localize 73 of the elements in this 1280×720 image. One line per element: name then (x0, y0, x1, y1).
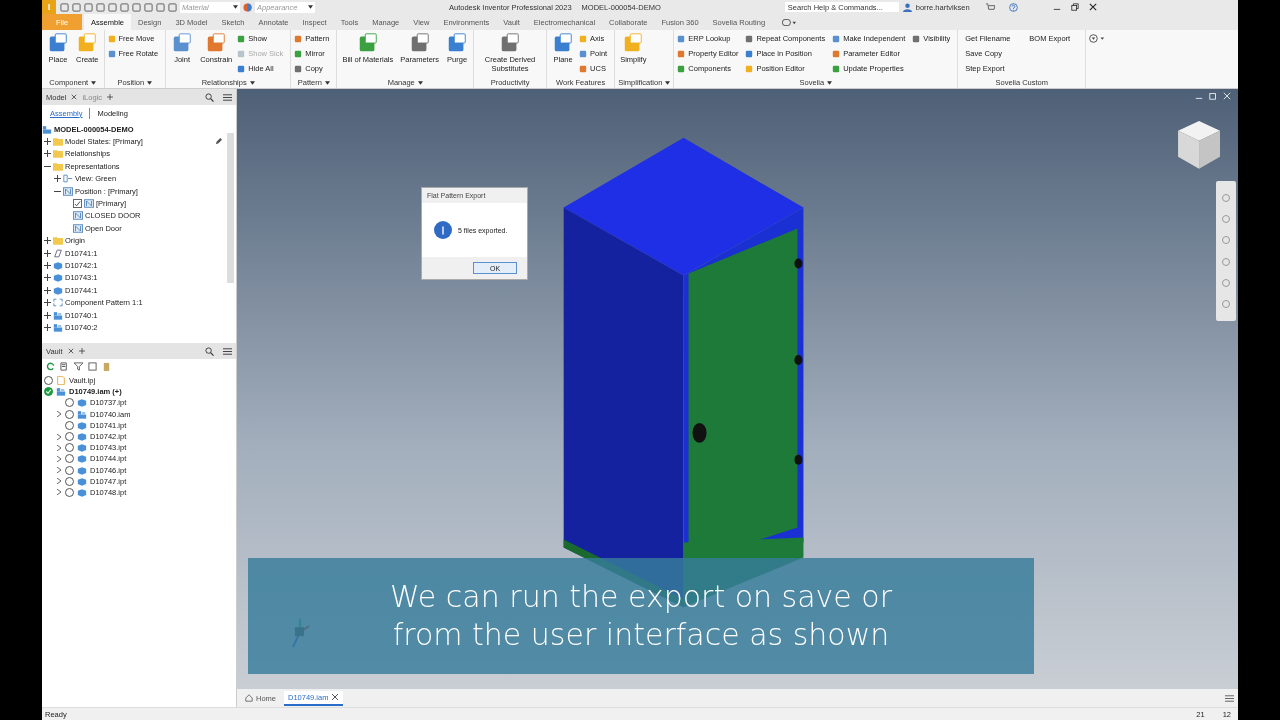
expand-icon[interactable] (56, 444, 62, 451)
close-icon[interactable] (71, 94, 78, 100)
part-icon (77, 398, 87, 408)
caption-text: We can run the export on save or from the user interface as shown (388, 578, 894, 654)
view-icon (63, 174, 73, 184)
expand-icon[interactable] (44, 311, 51, 319)
add-icon[interactable] (78, 348, 85, 354)
expand-icon[interactable] (56, 467, 62, 474)
expand-icon[interactable] (44, 138, 51, 146)
ribbon-options-icon[interactable] (782, 18, 797, 26)
file-icon (56, 376, 66, 386)
expand-icon[interactable] (44, 237, 51, 245)
menu-icon[interactable] (223, 92, 232, 102)
position-icon (84, 199, 94, 209)
position-icon (73, 211, 83, 221)
position-icon (63, 186, 73, 196)
close-icon[interactable] (67, 348, 74, 354)
appearance-icon[interactable] (243, 2, 252, 12)
menu-icon[interactable] (1225, 693, 1234, 703)
caret-icon[interactable] (91, 80, 97, 85)
position-icon (73, 223, 83, 233)
search-icon[interactable] (205, 92, 214, 102)
help-icon[interactable] (1008, 2, 1018, 12)
dropdown-icon[interactable] (1089, 34, 1106, 43)
expand-icon[interactable] (44, 286, 51, 294)
expand-icon[interactable] (44, 249, 51, 257)
assembly-icon (42, 124, 52, 134)
cart-icon[interactable] (985, 2, 995, 12)
assembly-icon (53, 310, 63, 320)
expand-icon[interactable] (56, 455, 62, 462)
view-cube-icon[interactable] (1178, 120, 1220, 169)
expand-icon[interactable] (44, 299, 51, 307)
expand-icon[interactable] (44, 323, 51, 331)
info-icon (434, 221, 452, 239)
assembly-icon (56, 387, 66, 397)
caret-icon[interactable] (417, 80, 423, 85)
search-icon[interactable] (205, 346, 214, 356)
close-icon[interactable] (331, 693, 340, 701)
expand-icon[interactable] (56, 433, 62, 440)
scrollbar[interactable] (227, 133, 234, 283)
clipboard-icon[interactable] (102, 361, 111, 371)
expand-icon[interactable] (44, 150, 51, 158)
caret-icon[interactable] (665, 80, 671, 85)
expand-icon[interactable] (44, 262, 51, 269)
caret-icon[interactable] (308, 5, 313, 9)
assembly-icon (53, 322, 63, 332)
caret-icon[interactable] (324, 80, 330, 85)
expand-icon[interactable] (54, 175, 61, 183)
pattern-icon (53, 298, 63, 308)
caret-icon[interactable] (249, 80, 255, 85)
refresh-icon[interactable] (46, 361, 55, 371)
document-icon[interactable] (88, 361, 97, 371)
restore-icon[interactable] (1209, 92, 1217, 100)
menu-icon[interactable] (223, 346, 232, 356)
expand-icon[interactable] (56, 478, 62, 485)
user-icon[interactable] (902, 2, 912, 12)
folder-icon (53, 236, 63, 246)
home-icon (245, 694, 253, 702)
tool-icon (912, 34, 921, 43)
caret-icon[interactable] (827, 80, 833, 85)
expand-icon[interactable] (56, 411, 62, 418)
pencil-icon[interactable] (215, 138, 222, 146)
checkbox[interactable] (73, 199, 82, 209)
close-icon[interactable] (1088, 3, 1097, 11)
add-icon[interactable] (107, 94, 114, 100)
caret-icon[interactable] (147, 80, 153, 85)
restore-icon[interactable] (1070, 3, 1079, 11)
assembly-icon (77, 409, 87, 419)
expand-icon[interactable] (44, 274, 51, 282)
expand-icon[interactable] (56, 489, 62, 496)
filter-icon[interactable] (74, 361, 83, 371)
list-icon[interactable] (60, 361, 69, 371)
caret-icon[interactable] (233, 5, 238, 9)
